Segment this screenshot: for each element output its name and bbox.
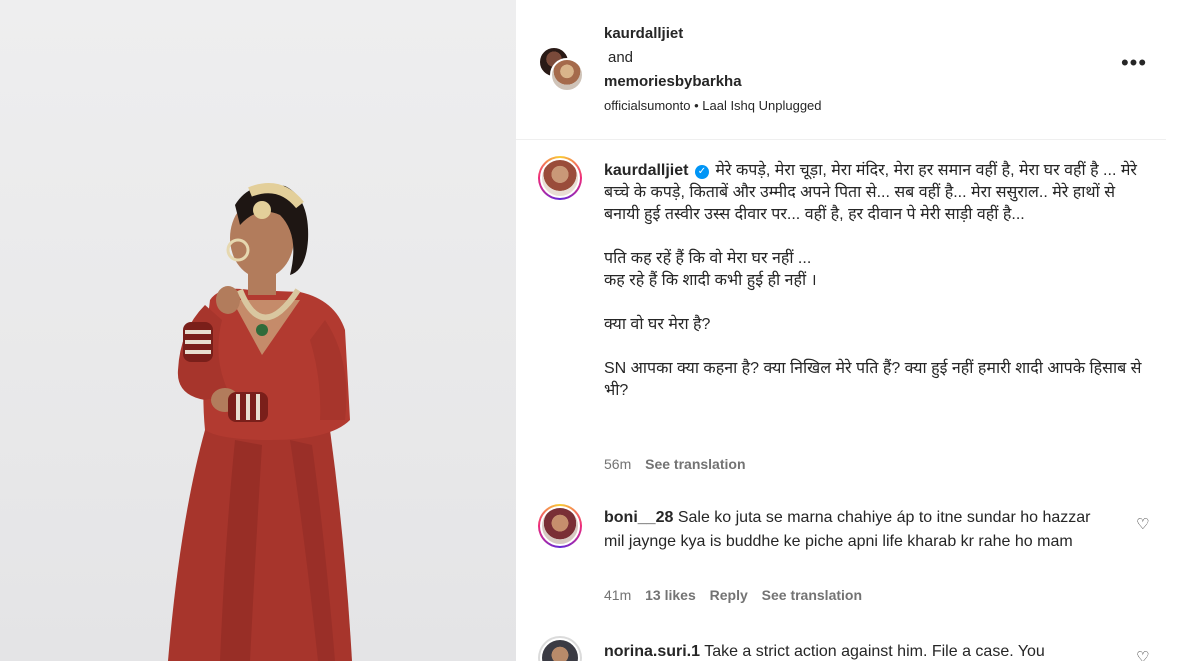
comment-text: Take a strict action against him. File a… xyxy=(704,643,1045,660)
post-header: kaurdalljiet and memoriesbybarkha offici… xyxy=(516,0,1166,140)
username-link-memoriesbybarkha[interactable]: memoriesbybarkha xyxy=(604,70,742,94)
comment-item: boni__28 Sale ko juta se marna chahiye á… xyxy=(604,506,1104,554)
comment-text: Sale ko juta se marna chahiye áp to itne… xyxy=(604,509,1091,550)
see-translation-button[interactable]: See translation xyxy=(762,587,862,603)
woman-in-red-outfit-illustration xyxy=(168,183,352,661)
comment-meta: 41m 13 likes Reply See translation xyxy=(604,587,872,603)
reply-button[interactable]: Reply xyxy=(710,587,748,603)
avatar[interactable] xyxy=(538,504,582,548)
caption-username[interactable]: kaurdalljiet xyxy=(604,162,688,179)
avatar[interactable] xyxy=(538,636,582,661)
post-details-panel: kaurdalljiet and memoriesbybarkha offici… xyxy=(516,0,1188,661)
verified-badge-icon: ✓ xyxy=(694,165,709,179)
comment-username[interactable]: boni__28 xyxy=(604,509,673,526)
caption-paragraph: क्या वो घर मेरा है? xyxy=(604,316,711,333)
caption-text: कह रहे हैं कि शादी कभी हुई ही नहीं । xyxy=(604,272,817,289)
collab-avatars[interactable] xyxy=(538,46,586,94)
timestamp[interactable]: 41m xyxy=(604,587,631,603)
like-heart-icon[interactable]: ♡ xyxy=(1136,517,1152,533)
like-heart-icon[interactable]: ♡ xyxy=(1136,650,1152,661)
see-translation-button[interactable]: See translation xyxy=(645,456,745,472)
avatar[interactable] xyxy=(538,156,582,200)
timestamp[interactable]: 56m xyxy=(604,456,631,472)
caption-meta: 56m See translation xyxy=(604,456,756,472)
username-link-kaurdalljiet[interactable]: kaurdalljiet xyxy=(604,22,742,46)
comment-item: norina.suri.1 Take a strict action again… xyxy=(604,640,1104,661)
audio-attribution[interactable]: officialsumonto • Laal Ishq Unplugged xyxy=(604,98,822,113)
post-caption: kaurdalljiet ✓ मेरे कपड़े, मेरा चूड़ा, म… xyxy=(604,160,1144,424)
and-text: and xyxy=(608,49,634,66)
caption-paragraph: kaurdalljiet ✓ मेरे कपड़े, मेरा चूड़ा, म… xyxy=(604,160,1144,226)
comment-username[interactable]: norina.suri.1 xyxy=(604,643,700,660)
caption-paragraph: पति कह रहें हैं कि वो मेरा घर नहीं ... क… xyxy=(604,248,1144,292)
avatar xyxy=(550,58,584,92)
post-image[interactable] xyxy=(0,0,516,661)
more-options-button[interactable]: ••• xyxy=(1120,52,1148,80)
caption-paragraph: SN आपका क्या कहना है? क्या निखिल मेरे पत… xyxy=(604,360,1142,399)
caption-text: पति कह रहें हैं कि वो मेरा घर नहीं ... xyxy=(604,250,812,267)
likes-count[interactable]: 13 likes xyxy=(645,587,696,603)
collab-usernames: kaurdalljiet and memoriesbybarkha xyxy=(604,22,742,94)
